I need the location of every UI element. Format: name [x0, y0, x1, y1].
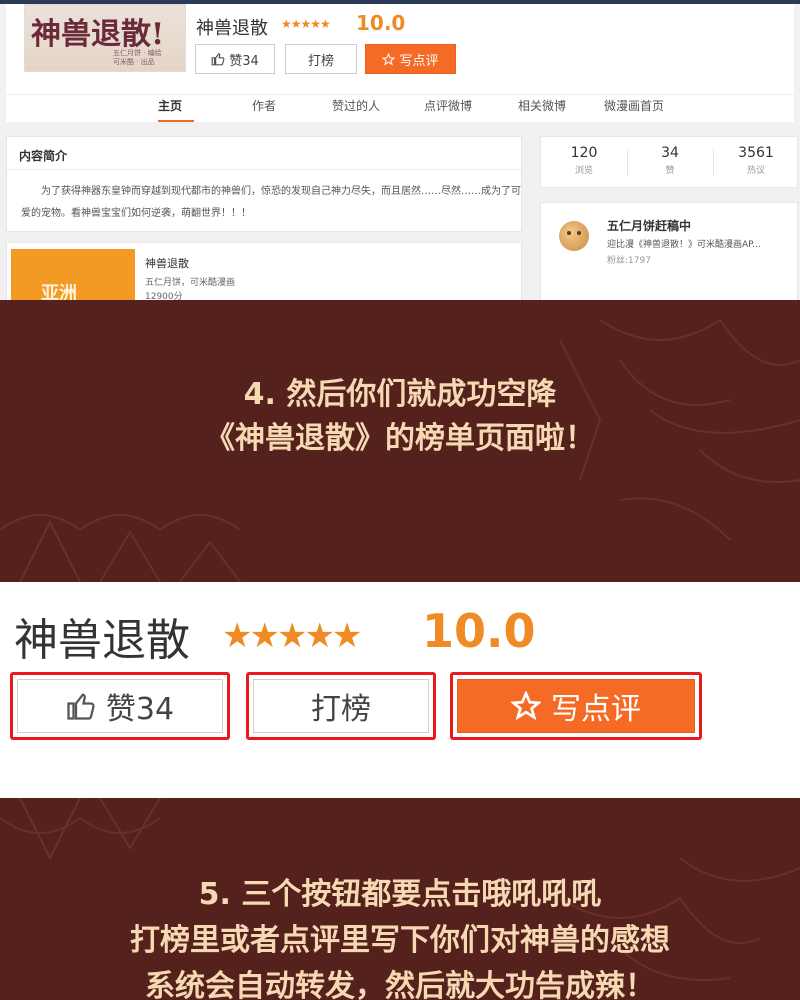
stat-discussions: 3561 热议 — [713, 145, 799, 176]
tab-micro-comic-home[interactable]: 微漫画首页 — [604, 97, 664, 114]
book-thumbnail[interactable]: 亚洲 — [11, 249, 135, 300]
caption-line: 打榜里或者点评里写下你们对神兽的感想 — [130, 923, 670, 958]
comic-nav-tabs: 主页 作者 赞过的人 点评微博 相关微博 微漫画首页 — [6, 94, 794, 122]
zoom-review-label: 写点评 — [551, 692, 641, 727]
zoomed-rating-area: 神兽退散 ★★★★★ 10.0 赞34 打榜 写点评 — [0, 582, 800, 798]
star-pen-icon — [382, 52, 396, 66]
book-author: 五仁月饼，可米酷漫画 — [145, 278, 236, 288]
stat-label: 热议 — [746, 166, 765, 176]
caption-panel-2: 5. 三个按钮都要点击哦吼吼吼 打榜里或者点评里写下你们对神兽的感想 系统会自动… — [0, 798, 800, 1000]
zoom-rank-label: 打榜 — [311, 692, 371, 727]
book-card[interactable]: 亚洲 神兽退散 五仁月饼，可米酷漫画 12900分 — [6, 242, 522, 300]
stat-likes: 34 赞 — [627, 145, 713, 176]
comic-page-screenshot: 神兽退散! 五仁月饼 · 编绘 可米酷 · 出品 神兽退散 ★★★★★ 10.0… — [0, 0, 800, 300]
caption-line: 4. 然后你们就成功空降 — [243, 377, 557, 412]
comic-cover-image[interactable]: 神兽退散! 五仁月饼 · 编绘 可米酷 · 出品 — [24, 4, 186, 72]
caption-panel-1: 4. 然后你们就成功空降 《神兽退散》的榜单页面啦！ — [0, 300, 800, 582]
intro-card: 内容简介 为了获得神器东皇钟而穿越到现代都市的神兽们，惊恐的发现自己神力尽失，而… — [6, 136, 522, 232]
author-description: 迎比漫《神兽退散！》可米酷漫画AP... — [607, 240, 761, 250]
review-button-label: 写点评 — [399, 53, 439, 69]
author-fans: 粉丝:1797 — [607, 256, 651, 266]
zoom-like-button[interactable]: 赞34 — [17, 679, 223, 733]
comic-header: 神兽退散! 五仁月饼 · 编绘 可米酷 · 出品 神兽退散 ★★★★★ 10.0… — [6, 4, 794, 122]
zoom-rating-score: 10.0 — [422, 604, 536, 658]
cover-title: 神兽退散! — [31, 17, 165, 52]
caption-line: 系统会自动转发，然后就大功告成辣！ — [145, 969, 655, 1000]
tab-home[interactable]: 主页 — [158, 97, 182, 114]
avatar[interactable] — [559, 221, 589, 251]
highlight-frame: 赞34 — [10, 672, 230, 740]
thumbs-up-icon — [67, 693, 95, 720]
active-tab-underline — [158, 120, 194, 122]
rating-score: 10.0 — [356, 11, 406, 35]
book-score: 12900分 — [145, 292, 183, 300]
stat-views: 120 浏览 — [541, 145, 627, 176]
rating-stars: ★★★★★ — [281, 17, 331, 31]
star-pen-icon — [511, 691, 541, 721]
like-button[interactable]: 赞34 — [195, 44, 275, 74]
intro-heading: 内容简介 — [19, 149, 68, 163]
zoom-rank-button[interactable]: 打榜 — [253, 679, 429, 733]
stat-label: 赞 — [665, 166, 675, 176]
cover-subtitle: 五仁月饼 · 编绘 可米酷 · 出品 — [113, 49, 162, 66]
comic-title: 神兽退散 — [196, 18, 268, 39]
like-button-label: 赞34 — [229, 53, 259, 69]
intro-text: 为了获得神器东皇钟而穿越到现代都市的神兽们，惊恐的发现自己神力尽失，而且居然……… — [21, 186, 521, 219]
zoom-comic-title: 神兽退散 — [14, 615, 190, 666]
rank-button[interactable]: 打榜 — [285, 44, 357, 74]
zoom-review-button[interactable]: 写点评 — [457, 679, 695, 733]
tab-author[interactable]: 作者 — [252, 97, 276, 114]
author-name[interactable]: 五仁月饼赶稿中 — [607, 217, 691, 234]
divider — [7, 169, 521, 170]
caption-line: 《神兽退散》的榜单页面啦！ — [205, 421, 595, 456]
zoom-rating-stars: ★★★★★ — [222, 616, 362, 656]
caption-line: 5. 三个按钮都要点击哦吼吼吼 — [198, 877, 602, 912]
thumbs-up-icon — [211, 53, 225, 66]
stat-value: 34 — [661, 145, 679, 161]
highlight-frame: 写点评 — [450, 672, 702, 740]
book-thumbnail-text: 亚洲 — [41, 283, 77, 300]
stat-label: 浏览 — [574, 166, 593, 176]
tab-related-weibo[interactable]: 相关微博 — [518, 97, 566, 114]
zoom-like-label: 赞34 — [105, 692, 175, 727]
stat-value: 120 — [570, 145, 598, 161]
stat-value: 3561 — [738, 145, 774, 161]
review-button[interactable]: 写点评 — [365, 44, 456, 74]
author-card: 五仁月饼赶稿中 迎比漫《神兽退散！》可米酷漫画AP... 粉丝:1797 — [540, 202, 798, 300]
tab-likers[interactable]: 赞过的人 — [332, 97, 380, 114]
rank-button-label: 打榜 — [307, 53, 334, 69]
stats-card: 120 浏览 34 赞 3561 热议 — [540, 136, 798, 188]
highlight-frame: 打榜 — [246, 672, 436, 740]
book-title[interactable]: 神兽退散 — [145, 255, 189, 271]
tab-review-weibo[interactable]: 点评微博 — [424, 97, 472, 114]
